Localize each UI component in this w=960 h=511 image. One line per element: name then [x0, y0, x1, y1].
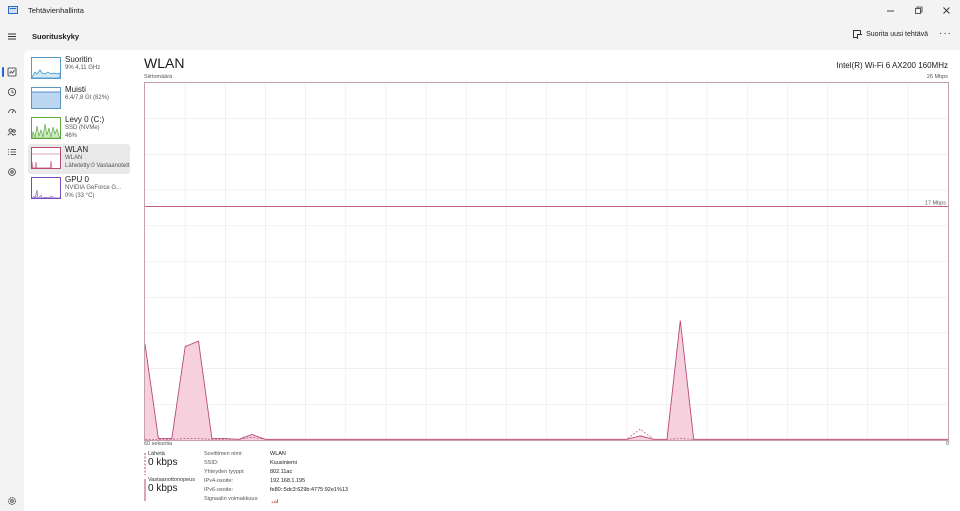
property-value: fe80::5dc3:629b:4775:92e1%13 — [270, 487, 348, 493]
memory-mini-graph — [32, 91, 60, 108]
resource-cpu[interactable]: Suoritin 9% 4,11 GHz — [28, 54, 130, 84]
users-icon — [7, 128, 17, 136]
property-row: Signaalin voimakkuus: — [204, 496, 348, 505]
resource-detail: WLAN — [65, 155, 83, 161]
history-icon — [8, 88, 16, 96]
restore-icon — [914, 6, 922, 14]
x-zero-label: 0 — [946, 441, 950, 447]
receive-series-marker — [144, 479, 146, 501]
more-options-button[interactable]: ··· — [939, 28, 952, 39]
nav-services[interactable] — [0, 162, 24, 182]
property-row: Yhteyden tyyppi: 802.11ac — [204, 469, 348, 478]
header-bar: Suorituskyky Suorita uusi tehtävä ··· — [0, 22, 960, 50]
property-row: Sovittimen nimi: WLAN — [204, 451, 348, 460]
details-list-icon — [8, 149, 16, 155]
property-key: Sovittimen nimi: — [204, 451, 243, 457]
throughput-label: Siirtomäärä — [144, 74, 173, 80]
task-manager-icon — [8, 6, 18, 14]
adapter-name: Intel(R) Wi-Fi 6 AX200 160MHz — [836, 61, 948, 70]
property-row: SSID: Kuusiniemi — [204, 460, 348, 469]
stats-panel: Lähetä 0 kbps Vastaanottonopeus 0 kbps S… — [144, 451, 644, 511]
send-series-marker — [144, 453, 146, 475]
minimize-button[interactable] — [876, 0, 904, 20]
run-task-icon — [853, 30, 863, 39]
performance-icon — [7, 67, 17, 77]
receive-stat: Vastaanottonopeus 0 kbps — [144, 477, 195, 501]
property-key: IPv6-osoite: — [204, 487, 234, 493]
settings-gear-icon — [8, 497, 16, 505]
resource-memory[interactable]: Muisti 6,4/7,8 Gt (82%) — [28, 84, 130, 114]
throughput-graph: 17 Mbps — [144, 82, 949, 441]
nav-app-history[interactable] — [0, 82, 24, 102]
property-value: 802.11ac — [270, 469, 293, 475]
resource-detail-2: Lähetetty:0 Vastaanotett — [65, 162, 130, 169]
nav-performance[interactable] — [0, 62, 24, 82]
resource-detail: NVIDIA GeForce G... — [65, 185, 122, 191]
receive-value: 0 kbps — [148, 483, 178, 494]
property-key: Yhteyden tyyppi: — [204, 469, 245, 475]
nav-users[interactable] — [0, 122, 24, 142]
resource-name: WLAN — [65, 145, 89, 154]
resource-detail: SSD (NVMe) — [65, 125, 100, 131]
run-task-label: Suorita uusi tehtävä — [866, 30, 928, 38]
minimize-icon — [886, 10, 894, 11]
memory-thumbnail — [31, 87, 61, 109]
property-value: 192.168.1.195 — [270, 478, 306, 484]
property-row: IPv6-osoite: fe80::5dc3:629b:4775:92e1%13 — [204, 487, 348, 496]
cpu-mini-graph — [32, 69, 60, 78]
gpu-thumbnail — [31, 177, 61, 199]
resource-gpu[interactable]: GPU 0 NVIDIA GeForce G... 0% (33 °C) — [28, 174, 130, 204]
resource-detail: 9% 4,11 GHz — [65, 65, 101, 71]
resource-detail-2: 0% (33 °C) — [65, 192, 95, 199]
graph-grid — [145, 83, 948, 440]
gpu-mini-graph — [32, 189, 60, 198]
property-key: IPv4-osoite: — [204, 478, 234, 484]
disk-mini-graph — [32, 123, 60, 138]
wlan-mini-graph — [32, 153, 60, 168]
resource-name: Suoritin — [65, 55, 93, 64]
resource-wlan[interactable]: WLAN WLAN Lähetetty:0 Vastaanotett — [28, 144, 130, 174]
close-icon — [942, 6, 950, 14]
nav-rail — [0, 62, 24, 182]
detail-title: WLAN — [144, 55, 185, 71]
close-button[interactable] — [932, 0, 960, 20]
wlan-thumbnail — [31, 147, 61, 169]
property-value: WLAN — [270, 451, 286, 457]
title-bar: Tehtävienhallinta — [0, 0, 960, 20]
window-title: Tehtävienhallinta — [28, 5, 84, 15]
window-controls — [876, 0, 960, 20]
signal-strength-icon — [271, 498, 278, 503]
nav-details[interactable] — [0, 142, 24, 162]
property-key: Signaalin voimakkuus: — [204, 496, 259, 502]
resource-name: Muisti — [65, 85, 86, 94]
content-panel: Suoritin 9% 4,11 GHz Muisti 6,4/7,8 Gt (… — [24, 50, 960, 511]
cpu-thumbnail — [31, 57, 61, 79]
property-key: SSID: — [204, 460, 219, 466]
resource-disk[interactable]: Levy 0 (C:) SSD (NVMe) 46% — [28, 114, 130, 144]
resource-detail: 6,4/7,8 Gt (82%) — [65, 95, 110, 101]
resource-detail-2: 46% — [65, 132, 78, 139]
resource-name: Levy 0 (C:) — [65, 115, 105, 124]
x-time-label: 60 sekuntia — [144, 441, 173, 447]
startup-icon — [8, 109, 16, 114]
page-heading: Suorituskyky — [32, 31, 80, 41]
send-stat: Lähetä 0 kbps — [144, 451, 178, 475]
disk-thumbnail — [31, 117, 61, 139]
y-max-label: 26 Mbps — [926, 74, 948, 80]
nav-startup[interactable] — [0, 102, 24, 122]
maximize-button[interactable] — [904, 0, 932, 20]
send-value: 0 kbps — [148, 457, 178, 468]
nav-settings[interactable] — [0, 493, 24, 509]
run-new-task-button[interactable]: Suorita uusi tehtävä — [853, 30, 928, 39]
menu-button[interactable] — [0, 32, 24, 41]
hamburger-icon — [8, 33, 16, 39]
resource-name: GPU 0 — [65, 175, 90, 184]
reference-line-label: 17 Mbps — [925, 201, 946, 207]
resource-list: Suoritin 9% 4,11 GHz Muisti 6,4/7,8 Gt (… — [28, 54, 130, 204]
services-icon — [8, 168, 16, 176]
adapter-properties: Sovittimen nimi: WLAN SSID: Kuusiniemi Yht… — [204, 451, 348, 505]
throughput-chart-svg: 17 Mbps — [144, 83, 948, 440]
property-value: Kuusiniemi — [270, 460, 297, 466]
property-row: IPv4-osoite: 192.168.1.195 — [204, 478, 348, 487]
